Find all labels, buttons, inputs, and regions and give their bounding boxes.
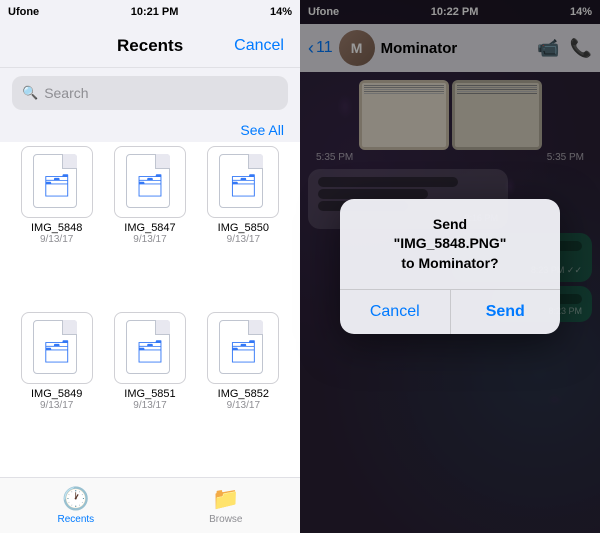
file-name-2: IMG_5850 — [218, 222, 269, 234]
dialog-cancel-button[interactable]: Cancel — [340, 290, 451, 334]
file-icon-1: 🗂 — [114, 146, 186, 218]
browse-icon: 📁 — [212, 486, 239, 512]
file-date-1: 9/13/17 — [133, 234, 166, 245]
file-item-0[interactable]: 🗂 IMG_5848 9/13/17 — [16, 146, 97, 300]
dialog-filename: "IMG_5848.PNG" — [394, 235, 507, 251]
carrier-left: Ufone — [8, 6, 39, 18]
tab-bar: 🕐 Recents 📁 Browse — [0, 477, 300, 533]
dialog-send-button[interactable]: Send — [451, 290, 561, 334]
file-item-5[interactable]: 🗂 IMG_5852 9/13/17 — [203, 312, 284, 466]
file-item-4[interactable]: 🗂 IMG_5851 9/13/17 — [109, 312, 190, 466]
file-date-0: 9/13/17 — [40, 234, 73, 245]
files-panel: Ufone 10:21 PM 14% Recents Cancel 🔍 Sear… — [0, 0, 300, 533]
folder-icon-4: 🗂 — [136, 339, 164, 365]
tab-recents-label: Recents — [57, 514, 94, 525]
folder-icon-5: 🗂 — [229, 339, 257, 365]
recents-icon: 🕐 — [62, 486, 89, 512]
file-item-3[interactable]: 🗂 IMG_5849 9/13/17 — [16, 312, 97, 466]
dialog-buttons: Cancel Send — [340, 290, 560, 334]
dialog-send-label: Send — [433, 216, 467, 232]
dialog-recipient: to Mominator? — [401, 255, 498, 271]
tab-browse[interactable]: 📁 Browse — [209, 486, 242, 525]
search-placeholder: Search — [44, 85, 88, 101]
file-name-0: IMG_5848 — [31, 222, 82, 234]
dialog-content: Send "IMG_5848.PNG" to Mominator? — [340, 199, 560, 291]
folder-icon-3: 🗂 — [43, 339, 71, 365]
file-date-5: 9/13/17 — [227, 400, 260, 411]
file-date-2: 9/13/17 — [227, 234, 260, 245]
file-item-2[interactable]: 🗂 IMG_5850 9/13/17 — [203, 146, 284, 300]
battery-left: 14% — [270, 6, 292, 18]
recents-title: Recents — [117, 36, 183, 56]
tab-recents[interactable]: 🕐 Recents — [57, 486, 94, 525]
search-container: 🔍 Search — [0, 68, 300, 118]
search-bar[interactable]: 🔍 Search — [12, 76, 288, 110]
file-date-4: 9/13/17 — [133, 400, 166, 411]
file-item-1[interactable]: 🗂 IMG_5847 9/13/17 — [109, 146, 190, 300]
see-all-link[interactable]: See All — [240, 122, 284, 138]
file-icon-5: 🗂 — [207, 312, 279, 384]
nav-bar-left: Recents Cancel — [0, 24, 300, 68]
file-name-1: IMG_5847 — [124, 222, 175, 234]
dialog-overlay: Send "IMG_5848.PNG" to Mominator? Cancel… — [300, 0, 600, 533]
tab-browse-label: Browse — [209, 514, 242, 525]
chat-panel: Ufone 10:22 PM 14% ‹ 11 M Mominator 📹 📞 — [300, 0, 600, 533]
confirm-dialog: Send "IMG_5848.PNG" to Mominator? Cancel… — [340, 199, 560, 335]
time-left: 10:21 PM — [131, 6, 179, 18]
file-icon-3: 🗂 — [21, 312, 93, 384]
file-icon-0: 🗂 — [21, 146, 93, 218]
file-date-3: 9/13/17 — [40, 400, 73, 411]
folder-icon-2: 🗂 — [229, 173, 257, 199]
folder-icon-1: 🗂 — [136, 173, 164, 199]
files-grid: 🗂 IMG_5848 9/13/17 🗂 IMG_5847 9/13/17 🗂 — [0, 142, 300, 477]
search-icon: 🔍 — [22, 85, 38, 101]
file-icon-2: 🗂 — [207, 146, 279, 218]
file-icon-4: 🗂 — [114, 312, 186, 384]
file-name-4: IMG_5851 — [124, 388, 175, 400]
file-name-5: IMG_5852 — [218, 388, 269, 400]
folder-icon-0: 🗂 — [43, 173, 71, 199]
status-bar-left: Ufone 10:21 PM 14% — [0, 0, 300, 24]
file-name-3: IMG_5849 — [31, 388, 82, 400]
cancel-button[interactable]: Cancel — [234, 37, 284, 55]
dialog-title: Send "IMG_5848.PNG" to Mominator? — [360, 215, 540, 274]
see-all-row: See All — [0, 118, 300, 142]
